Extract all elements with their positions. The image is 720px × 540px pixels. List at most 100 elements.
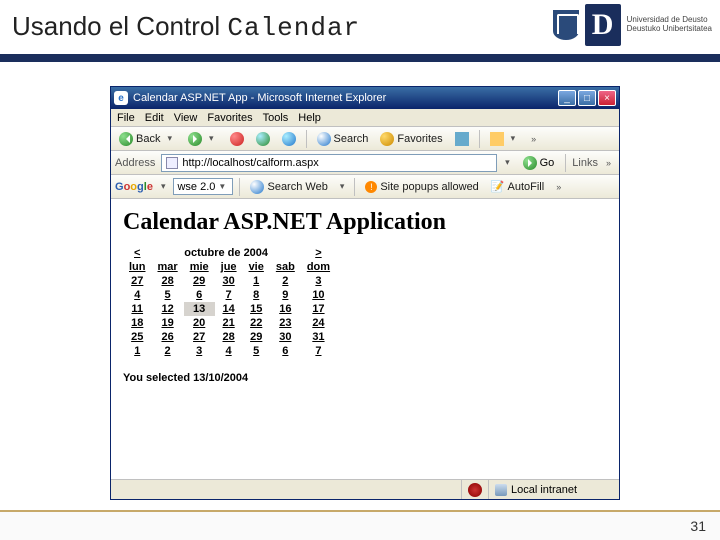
- close-button[interactable]: ×: [598, 90, 616, 106]
- search-button[interactable]: Search: [313, 131, 373, 147]
- calendar-day[interactable]: 29: [243, 330, 270, 344]
- search-web-label: Search Web: [267, 181, 327, 193]
- googlebar-overflow-icon[interactable]: »: [552, 182, 565, 192]
- menu-favorites[interactable]: Favorites: [207, 112, 252, 124]
- media-button[interactable]: [451, 131, 473, 147]
- forward-dropdown-icon[interactable]: ▾: [205, 133, 218, 144]
- calendar-day[interactable]: 6: [184, 288, 215, 302]
- calendar-day[interactable]: 9: [270, 288, 301, 302]
- google-dropdown-icon[interactable]: ▾: [157, 181, 170, 192]
- stop-icon: [230, 132, 244, 146]
- go-button[interactable]: Go: [518, 155, 560, 171]
- menu-help[interactable]: Help: [298, 112, 321, 124]
- calendar-day[interactable]: 25: [123, 330, 152, 344]
- calendar-day[interactable]: 2: [152, 344, 184, 358]
- ie-icon: e: [114, 91, 128, 105]
- calendar-day[interactable]: 7: [215, 288, 243, 302]
- calendar-day[interactable]: 3: [184, 344, 215, 358]
- calendar-next[interactable]: >: [301, 246, 336, 260]
- favorites-button[interactable]: Favorites: [376, 131, 446, 147]
- calendar-day[interactable]: 5: [243, 344, 270, 358]
- popups-button[interactable]: !Site popups allowed: [361, 180, 482, 194]
- separator: [479, 130, 480, 148]
- menu-file[interactable]: File: [117, 112, 135, 124]
- toolbar-overflow-icon[interactable]: »: [527, 134, 540, 144]
- address-dropdown-icon[interactable]: ▾: [501, 157, 514, 168]
- calendar-day[interactable]: 14: [215, 302, 243, 316]
- links-overflow-icon[interactable]: »: [602, 158, 615, 168]
- calendar-title: octubre de 2004: [152, 246, 301, 260]
- calendar-day-header: sab: [270, 260, 301, 274]
- calendar-day[interactable]: 11: [123, 302, 152, 316]
- back-dropdown-icon[interactable]: ▾: [163, 133, 176, 144]
- slide-header: Usando el Control Calendar D Universidad…: [0, 0, 720, 62]
- minimize-button[interactable]: _: [558, 90, 576, 106]
- calendar-day[interactable]: 19: [152, 316, 184, 330]
- calendar-day[interactable]: 20: [184, 316, 215, 330]
- google-search-select[interactable]: wse 2.0▼: [173, 178, 233, 195]
- menu-view[interactable]: View: [174, 112, 198, 124]
- calendar-day[interactable]: 22: [243, 316, 270, 330]
- address-input[interactable]: http://localhost/calform.aspx: [161, 154, 497, 172]
- google-toolbar: Google ▾ wse 2.0▼ Search Web ▾ !Site popu…: [111, 175, 619, 199]
- calendar-day[interactable]: 28: [215, 330, 243, 344]
- calendar-day[interactable]: 1: [243, 274, 270, 288]
- calendar-day[interactable]: 13: [184, 302, 215, 316]
- calendar-day[interactable]: 2: [270, 274, 301, 288]
- address-url: http://localhost/calform.aspx: [182, 157, 318, 169]
- calendar-day[interactable]: 26: [152, 330, 184, 344]
- calendar-day[interactable]: 27: [123, 274, 152, 288]
- mail-dropdown-icon[interactable]: ▾: [507, 133, 520, 144]
- maximize-button[interactable]: □: [578, 90, 596, 106]
- browser-window: e Calendar ASP.NET App - Microsoft Inter…: [110, 86, 620, 500]
- google-logo-icon[interactable]: Google: [115, 181, 153, 193]
- calendar-day[interactable]: 7: [301, 344, 336, 358]
- autofill-button[interactable]: 📝AutoFill: [487, 179, 548, 194]
- calendar-prev[interactable]: <: [123, 246, 152, 260]
- stop-button[interactable]: [226, 131, 248, 147]
- forward-button[interactable]: ▾: [184, 131, 222, 147]
- status-bug[interactable]: [462, 480, 489, 499]
- calendar-day[interactable]: 17: [301, 302, 336, 316]
- calendar-day[interactable]: 5: [152, 288, 184, 302]
- calendar-day[interactable]: 27: [184, 330, 215, 344]
- slide-title-mono: Calendar: [227, 13, 360, 43]
- google-select-value: wse 2.0: [177, 181, 215, 193]
- calendar-day[interactable]: 18: [123, 316, 152, 330]
- calendar-day[interactable]: 10: [301, 288, 336, 302]
- calendar-day[interactable]: 29: [184, 274, 215, 288]
- calendar-day[interactable]: 28: [152, 274, 184, 288]
- menu-edit[interactable]: Edit: [145, 112, 164, 124]
- mail-button[interactable]: ▾: [486, 131, 524, 147]
- calendar-day[interactable]: 23: [270, 316, 301, 330]
- calendar-day[interactable]: 24: [301, 316, 336, 330]
- university-line2: Deustuko Unibertsitatea: [627, 25, 712, 34]
- home-button[interactable]: [278, 131, 300, 147]
- back-button[interactable]: Back ▾: [115, 131, 180, 147]
- calendar-day-header: mie: [184, 260, 215, 274]
- calendar-day[interactable]: 15: [243, 302, 270, 316]
- calendar-day[interactable]: 4: [123, 288, 152, 302]
- menu-tools[interactable]: Tools: [263, 112, 289, 124]
- popups-label: Site popups allowed: [380, 181, 478, 193]
- refresh-icon: [256, 132, 270, 146]
- calendar-day[interactable]: 12: [152, 302, 184, 316]
- search-web-dropdown-icon[interactable]: ▾: [336, 181, 349, 192]
- search-web-button[interactable]: Search Web: [246, 179, 331, 195]
- search-icon: [317, 132, 331, 146]
- calendar-day[interactable]: 3: [301, 274, 336, 288]
- calendar-day[interactable]: 6: [270, 344, 301, 358]
- calendar-day[interactable]: 30: [215, 274, 243, 288]
- links-label[interactable]: Links: [572, 157, 598, 169]
- refresh-button[interactable]: [252, 131, 274, 147]
- calendar-day[interactable]: 21: [215, 316, 243, 330]
- calendar-day[interactable]: 1: [123, 344, 152, 358]
- calendar-day[interactable]: 31: [301, 330, 336, 344]
- calendar-day[interactable]: 30: [270, 330, 301, 344]
- slide-footer: 31: [0, 510, 720, 540]
- titlebar[interactable]: e Calendar ASP.NET App - Microsoft Inter…: [111, 87, 619, 109]
- calendar-day[interactable]: 8: [243, 288, 270, 302]
- address-bar: Address http://localhost/calform.aspx ▾ …: [111, 151, 619, 175]
- calendar-day[interactable]: 4: [215, 344, 243, 358]
- calendar-day[interactable]: 16: [270, 302, 301, 316]
